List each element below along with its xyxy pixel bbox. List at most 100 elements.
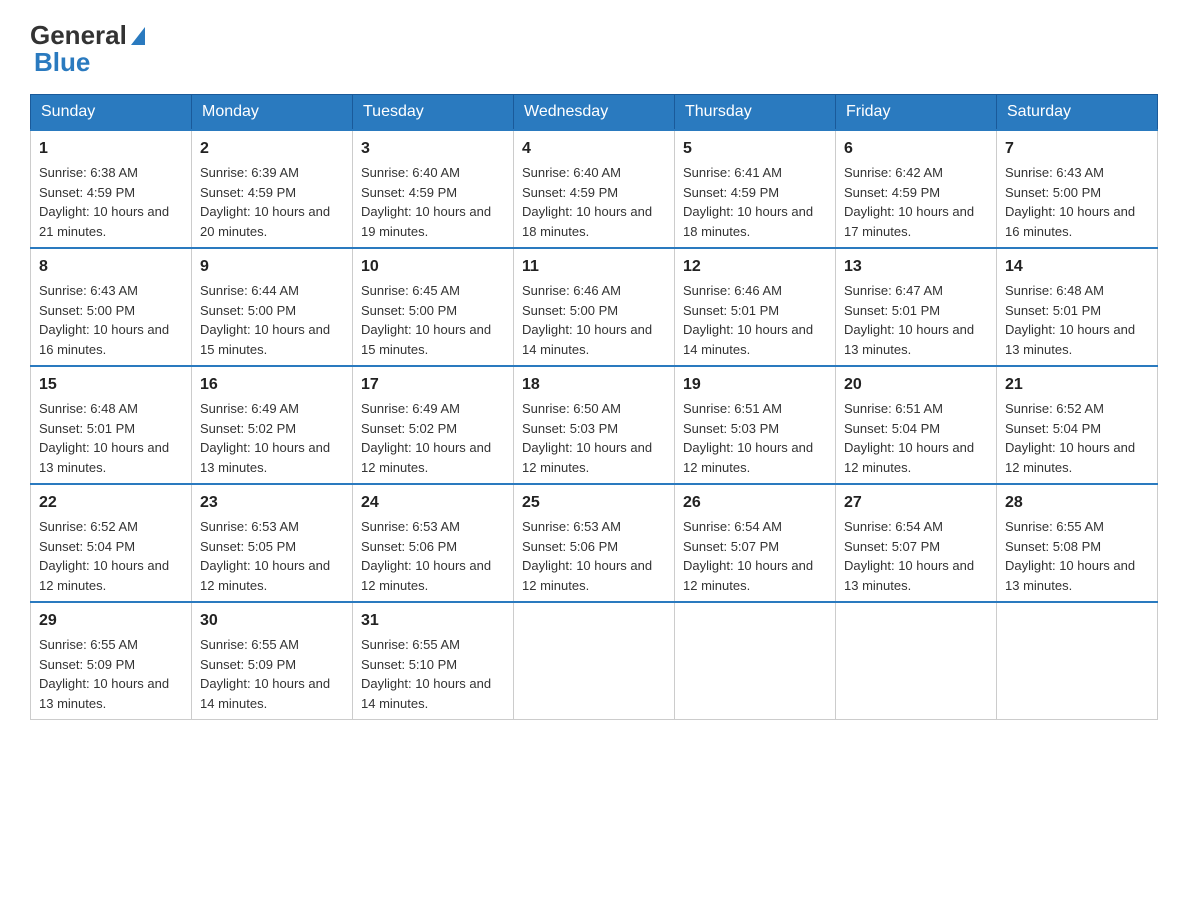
day-number: 12 bbox=[683, 255, 827, 279]
sunrise-text: Sunrise: 6:42 AM bbox=[844, 165, 943, 180]
sunset-text: Sunset: 5:02 PM bbox=[200, 421, 296, 436]
daylight-text: Daylight: 10 hours and 16 minutes. bbox=[1005, 204, 1135, 239]
sunset-text: Sunset: 4:59 PM bbox=[844, 185, 940, 200]
daylight-text: Daylight: 10 hours and 14 minutes. bbox=[522, 322, 652, 357]
col-friday: Friday bbox=[836, 95, 997, 131]
calendar-cell: 13 Sunrise: 6:47 AM Sunset: 5:01 PM Dayl… bbox=[836, 248, 997, 366]
daylight-text: Daylight: 10 hours and 12 minutes. bbox=[683, 440, 813, 475]
sunset-text: Sunset: 5:04 PM bbox=[1005, 421, 1101, 436]
calendar-cell: 18 Sunrise: 6:50 AM Sunset: 5:03 PM Dayl… bbox=[514, 366, 675, 484]
calendar-cell: 21 Sunrise: 6:52 AM Sunset: 5:04 PM Dayl… bbox=[997, 366, 1158, 484]
sunset-text: Sunset: 5:08 PM bbox=[1005, 539, 1101, 554]
sunrise-text: Sunrise: 6:52 AM bbox=[39, 519, 138, 534]
daylight-text: Daylight: 10 hours and 14 minutes. bbox=[200, 676, 330, 711]
calendar-cell: 25 Sunrise: 6:53 AM Sunset: 5:06 PM Dayl… bbox=[514, 484, 675, 602]
sunset-text: Sunset: 4:59 PM bbox=[39, 185, 135, 200]
daylight-text: Daylight: 10 hours and 12 minutes. bbox=[361, 558, 491, 593]
sunrise-text: Sunrise: 6:53 AM bbox=[522, 519, 621, 534]
day-number: 5 bbox=[683, 137, 827, 161]
sunrise-text: Sunrise: 6:48 AM bbox=[1005, 283, 1104, 298]
calendar-cell: 15 Sunrise: 6:48 AM Sunset: 5:01 PM Dayl… bbox=[31, 366, 192, 484]
sunset-text: Sunset: 5:07 PM bbox=[844, 539, 940, 554]
calendar-cell: 17 Sunrise: 6:49 AM Sunset: 5:02 PM Dayl… bbox=[353, 366, 514, 484]
calendar-cell: 29 Sunrise: 6:55 AM Sunset: 5:09 PM Dayl… bbox=[31, 602, 192, 720]
daylight-text: Daylight: 10 hours and 14 minutes. bbox=[361, 676, 491, 711]
day-number: 3 bbox=[361, 137, 505, 161]
sunrise-text: Sunrise: 6:43 AM bbox=[39, 283, 138, 298]
sunset-text: Sunset: 5:07 PM bbox=[683, 539, 779, 554]
page-header: General Blue bbox=[30, 20, 1158, 78]
daylight-text: Daylight: 10 hours and 19 minutes. bbox=[361, 204, 491, 239]
calendar-cell: 11 Sunrise: 6:46 AM Sunset: 5:00 PM Dayl… bbox=[514, 248, 675, 366]
sunset-text: Sunset: 5:03 PM bbox=[683, 421, 779, 436]
col-sunday: Sunday bbox=[31, 95, 192, 131]
daylight-text: Daylight: 10 hours and 13 minutes. bbox=[39, 440, 169, 475]
daylight-text: Daylight: 10 hours and 13 minutes. bbox=[844, 322, 974, 357]
calendar-cell: 16 Sunrise: 6:49 AM Sunset: 5:02 PM Dayl… bbox=[192, 366, 353, 484]
calendar-week-row: 15 Sunrise: 6:48 AM Sunset: 5:01 PM Dayl… bbox=[31, 366, 1158, 484]
calendar-cell: 6 Sunrise: 6:42 AM Sunset: 4:59 PM Dayli… bbox=[836, 130, 997, 248]
logo-blue-text: Blue bbox=[30, 47, 90, 78]
sunset-text: Sunset: 5:02 PM bbox=[361, 421, 457, 436]
day-number: 4 bbox=[522, 137, 666, 161]
sunset-text: Sunset: 5:00 PM bbox=[522, 303, 618, 318]
calendar-cell bbox=[997, 602, 1158, 720]
daylight-text: Daylight: 10 hours and 20 minutes. bbox=[200, 204, 330, 239]
calendar-cell: 19 Sunrise: 6:51 AM Sunset: 5:03 PM Dayl… bbox=[675, 366, 836, 484]
day-number: 24 bbox=[361, 491, 505, 515]
day-number: 30 bbox=[200, 609, 344, 633]
calendar-cell: 3 Sunrise: 6:40 AM Sunset: 4:59 PM Dayli… bbox=[353, 130, 514, 248]
calendar-week-row: 8 Sunrise: 6:43 AM Sunset: 5:00 PM Dayli… bbox=[31, 248, 1158, 366]
day-number: 14 bbox=[1005, 255, 1149, 279]
daylight-text: Daylight: 10 hours and 12 minutes. bbox=[361, 440, 491, 475]
daylight-text: Daylight: 10 hours and 13 minutes. bbox=[39, 676, 169, 711]
col-thursday: Thursday bbox=[675, 95, 836, 131]
day-number: 25 bbox=[522, 491, 666, 515]
sunrise-text: Sunrise: 6:43 AM bbox=[1005, 165, 1104, 180]
daylight-text: Daylight: 10 hours and 12 minutes. bbox=[200, 558, 330, 593]
daylight-text: Daylight: 10 hours and 13 minutes. bbox=[200, 440, 330, 475]
calendar-cell: 10 Sunrise: 6:45 AM Sunset: 5:00 PM Dayl… bbox=[353, 248, 514, 366]
day-number: 9 bbox=[200, 255, 344, 279]
sunrise-text: Sunrise: 6:54 AM bbox=[844, 519, 943, 534]
daylight-text: Daylight: 10 hours and 14 minutes. bbox=[683, 322, 813, 357]
sunrise-text: Sunrise: 6:40 AM bbox=[361, 165, 460, 180]
day-number: 18 bbox=[522, 373, 666, 397]
sunset-text: Sunset: 5:10 PM bbox=[361, 657, 457, 672]
sunrise-text: Sunrise: 6:55 AM bbox=[361, 637, 460, 652]
calendar-table: Sunday Monday Tuesday Wednesday Thursday… bbox=[30, 94, 1158, 720]
sunset-text: Sunset: 4:59 PM bbox=[522, 185, 618, 200]
sunset-text: Sunset: 5:04 PM bbox=[844, 421, 940, 436]
sunrise-text: Sunrise: 6:54 AM bbox=[683, 519, 782, 534]
day-number: 23 bbox=[200, 491, 344, 515]
calendar-header-row: Sunday Monday Tuesday Wednesday Thursday… bbox=[31, 95, 1158, 131]
day-number: 29 bbox=[39, 609, 183, 633]
sunrise-text: Sunrise: 6:44 AM bbox=[200, 283, 299, 298]
sunrise-text: Sunrise: 6:53 AM bbox=[200, 519, 299, 534]
day-number: 6 bbox=[844, 137, 988, 161]
day-number: 7 bbox=[1005, 137, 1149, 161]
sunset-text: Sunset: 5:01 PM bbox=[844, 303, 940, 318]
calendar-cell: 7 Sunrise: 6:43 AM Sunset: 5:00 PM Dayli… bbox=[997, 130, 1158, 248]
sunrise-text: Sunrise: 6:53 AM bbox=[361, 519, 460, 534]
calendar-cell: 28 Sunrise: 6:55 AM Sunset: 5:08 PM Dayl… bbox=[997, 484, 1158, 602]
day-number: 1 bbox=[39, 137, 183, 161]
day-number: 11 bbox=[522, 255, 666, 279]
calendar-cell bbox=[514, 602, 675, 720]
day-number: 10 bbox=[361, 255, 505, 279]
calendar-cell: 5 Sunrise: 6:41 AM Sunset: 4:59 PM Dayli… bbox=[675, 130, 836, 248]
sunset-text: Sunset: 4:59 PM bbox=[361, 185, 457, 200]
day-number: 8 bbox=[39, 255, 183, 279]
sunset-text: Sunset: 5:04 PM bbox=[39, 539, 135, 554]
daylight-text: Daylight: 10 hours and 18 minutes. bbox=[522, 204, 652, 239]
day-number: 2 bbox=[200, 137, 344, 161]
sunrise-text: Sunrise: 6:52 AM bbox=[1005, 401, 1104, 416]
calendar-cell: 20 Sunrise: 6:51 AM Sunset: 5:04 PM Dayl… bbox=[836, 366, 997, 484]
col-saturday: Saturday bbox=[997, 95, 1158, 131]
sunrise-text: Sunrise: 6:55 AM bbox=[200, 637, 299, 652]
sunset-text: Sunset: 5:01 PM bbox=[1005, 303, 1101, 318]
day-number: 20 bbox=[844, 373, 988, 397]
sunrise-text: Sunrise: 6:45 AM bbox=[361, 283, 460, 298]
day-number: 16 bbox=[200, 373, 344, 397]
day-number: 21 bbox=[1005, 373, 1149, 397]
